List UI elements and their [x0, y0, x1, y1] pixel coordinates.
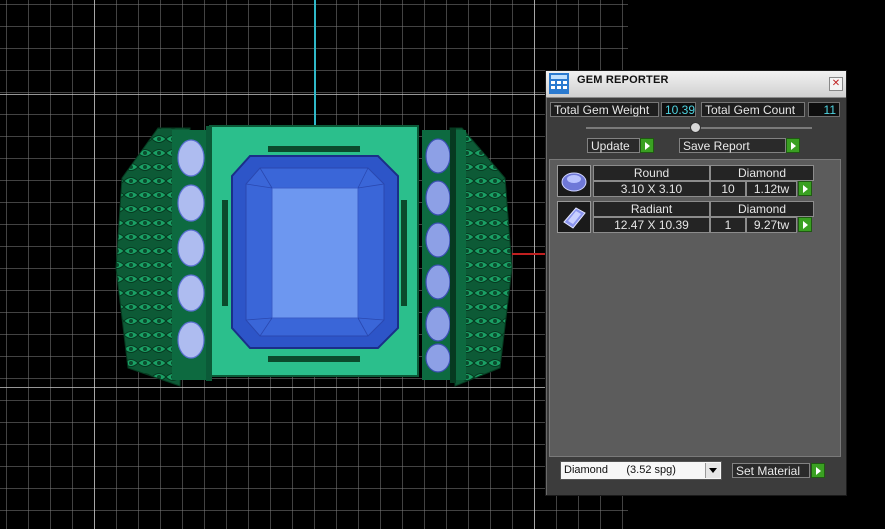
gem-reporter-panel: GEM REPORTER ✕ Total Gem Weight 10.39 To…	[545, 70, 847, 496]
gem-row-round[interactable]: Round Diamond 3.10 X 3.10 10 1.12tw	[557, 165, 814, 197]
gem-list: Round Diamond 3.10 X 3.10 10 1.12tw Radi…	[549, 159, 841, 457]
total-gem-count-value: 11	[808, 102, 840, 117]
save-report-go-icon[interactable]	[786, 138, 800, 153]
save-report-button[interactable]: Save Report	[679, 138, 786, 153]
panel-slider-knob[interactable]	[690, 122, 701, 133]
y-axis-line	[314, 0, 316, 125]
gem-weight: 1.12tw	[746, 181, 797, 197]
set-material-go-icon[interactable]	[811, 463, 825, 478]
chevron-down-icon[interactable]	[705, 463, 720, 478]
set-material-button[interactable]: Set Material	[732, 463, 810, 478]
close-button[interactable]: ✕	[829, 77, 843, 91]
round-gem-icon	[557, 165, 591, 197]
total-gem-weight-label: Total Gem Weight	[550, 102, 659, 117]
gem-reporter-app-icon	[549, 73, 569, 94]
radiant-gem-icon	[557, 201, 591, 233]
gem-row-radiant[interactable]: Radiant Diamond 12.47 X 10.39 1 9.27tw	[557, 201, 814, 233]
gem-size: 3.10 X 3.10	[593, 181, 710, 197]
total-gem-weight-value: 10.39	[661, 102, 696, 117]
gem-material: Diamond	[710, 201, 814, 217]
gem-material: Diamond	[710, 165, 814, 181]
gem-count: 10	[710, 181, 746, 197]
update-go-icon[interactable]	[640, 138, 654, 153]
panel-titlebar[interactable]: GEM REPORTER ✕	[546, 71, 846, 98]
gem-row-go-icon[interactable]	[798, 217, 812, 232]
gem-weight: 9.27tw	[746, 217, 797, 233]
gem-shape: Radiant	[593, 201, 710, 217]
update-button[interactable]: Update	[587, 138, 640, 153]
material-select[interactable]: Diamond (3.52 spg)	[560, 461, 722, 480]
gem-count: 1	[710, 217, 746, 233]
panel-title: GEM REPORTER	[577, 74, 669, 86]
material-select-value: Diamond (3.52 spg)	[564, 464, 676, 476]
gem-size: 12.47 X 10.39	[593, 217, 710, 233]
total-gem-count-label: Total Gem Count	[701, 102, 805, 117]
gem-shape: Round	[593, 165, 710, 181]
ring-model[interactable]	[110, 118, 520, 390]
gem-row-go-icon[interactable]	[798, 181, 812, 196]
